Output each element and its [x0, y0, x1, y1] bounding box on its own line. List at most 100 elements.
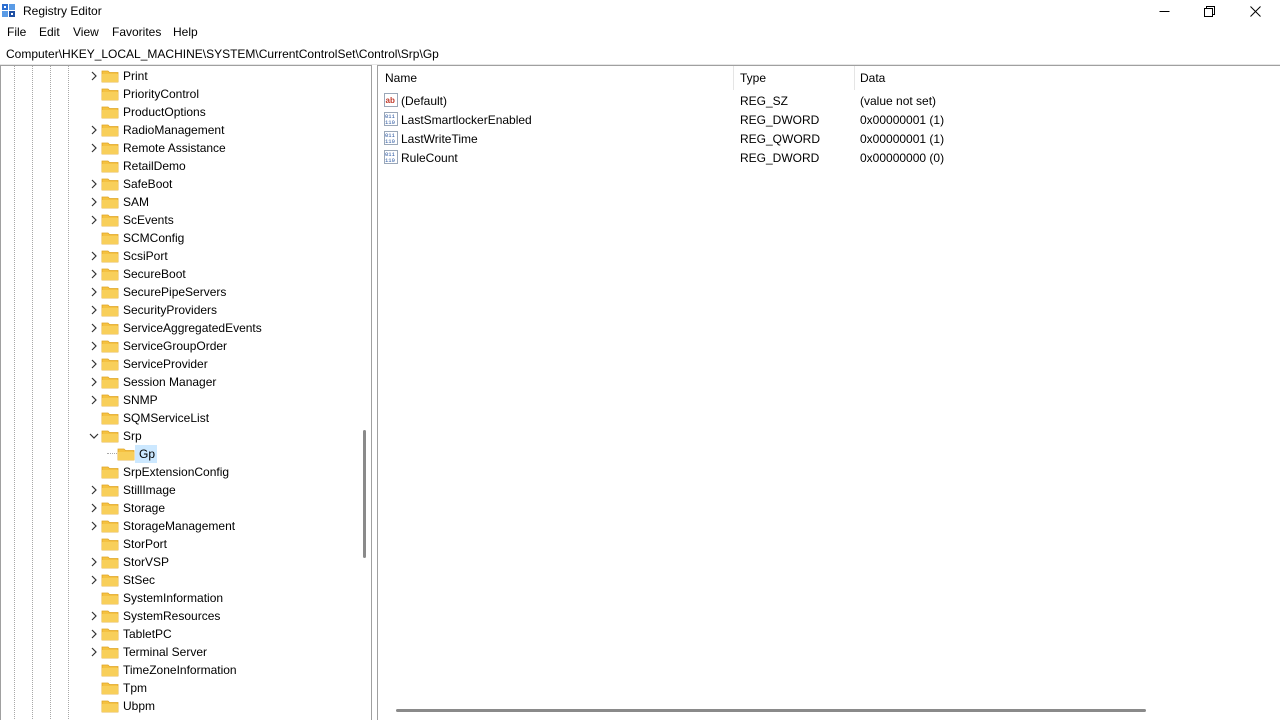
- column-header-name[interactable]: Name: [385, 71, 417, 85]
- tree-item-label[interactable]: Terminal Server: [123, 645, 207, 659]
- tree-item[interactable]: SecureBoot: [1, 265, 357, 283]
- tree-item-label[interactable]: RetailDemo: [123, 159, 186, 173]
- tree-item-label[interactable]: StillImage: [123, 483, 176, 497]
- tree-item-label[interactable]: SystemResources: [123, 609, 220, 623]
- address-path[interactable]: Computer\HKEY_LOCAL_MACHINE\SYSTEM\Curre…: [6, 47, 439, 61]
- tree-vertical-scrollbar[interactable]: [358, 66, 371, 720]
- value-name[interactable]: (Default): [401, 94, 447, 108]
- tree-item[interactable]: Session Manager: [1, 373, 357, 391]
- tree-item[interactable]: ScEvents: [1, 211, 357, 229]
- tree-item-label[interactable]: StorVSP: [123, 555, 169, 569]
- minimize-button[interactable]: [1141, 0, 1187, 22]
- tree-item-label[interactable]: SystemInformation: [123, 591, 223, 605]
- menu-favorites[interactable]: Favorites: [112, 25, 161, 39]
- column-divider[interactable]: [854, 66, 855, 90]
- tree-item[interactable]: SecurePipeServers: [1, 283, 357, 301]
- chevron-right-icon[interactable]: [89, 502, 99, 514]
- tree-item-label[interactable]: StSec: [123, 573, 155, 587]
- tree-item-label[interactable]: Srp: [123, 429, 142, 443]
- menu-view[interactable]: View: [73, 25, 99, 39]
- tree-item[interactable]: Gp: [1, 445, 357, 463]
- tree-item[interactable]: SystemResources: [1, 607, 357, 625]
- tree-item[interactable]: SecurityProviders: [1, 301, 357, 319]
- tree-item[interactable]: SNMP: [1, 391, 357, 409]
- menu-file[interactable]: File: [7, 25, 26, 39]
- tree-item-label[interactable]: ServiceGroupOrder: [123, 339, 227, 353]
- tree-item-label[interactable]: SNMP: [123, 393, 158, 407]
- values-horizontal-scrollbar[interactable]: [396, 709, 1146, 712]
- tree-item-label[interactable]: StorageManagement: [123, 519, 235, 533]
- chevron-right-icon[interactable]: [89, 394, 99, 406]
- key-tree-pane[interactable]: Print PriorityControl ProductOptions RadioM…: [0, 65, 372, 720]
- tree-item-label[interactable]: SecureBoot: [123, 267, 186, 281]
- tree-item[interactable]: RadioManagement: [1, 121, 357, 139]
- chevron-right-icon[interactable]: [89, 322, 99, 334]
- chevron-right-icon[interactable]: [89, 250, 99, 262]
- tree-item-label[interactable]: ProductOptions: [123, 105, 206, 119]
- tree-item[interactable]: StorPort: [1, 535, 357, 553]
- tree-item[interactable]: Terminal Server: [1, 643, 357, 661]
- value-row[interactable]: 011 110 LastSmartlockerEnabled REG_DWORD 0x0…: [378, 110, 1278, 129]
- tree-item[interactable]: ServiceGroupOrder: [1, 337, 357, 355]
- chevron-right-icon[interactable]: [89, 70, 99, 82]
- value-row[interactable]: 011 110 RuleCount REG_DWORD 0x00000000 (0): [378, 148, 1278, 167]
- chevron-down-icon[interactable]: [89, 430, 99, 442]
- values-pane[interactable]: Name Type Data ab (Default) REG_SZ (value n…: [377, 65, 1280, 720]
- tree-item-label[interactable]: Print: [123, 69, 148, 83]
- tree-item-label[interactable]: ScsiPort: [123, 249, 168, 263]
- chevron-right-icon[interactable]: [89, 484, 99, 496]
- address-bar[interactable]: Computer\HKEY_LOCAL_MACHINE\SYSTEM\Curre…: [0, 44, 1280, 65]
- tree-item-label[interactable]: ServiceAggregatedEvents: [123, 321, 262, 335]
- tree-item[interactable]: StillImage: [1, 481, 357, 499]
- tree-item-label[interactable]: TimeZoneInformation: [123, 663, 237, 677]
- chevron-right-icon[interactable]: [89, 142, 99, 154]
- tree-item-label[interactable]: ServiceProvider: [123, 357, 208, 371]
- tree-item-label[interactable]: Tpm: [123, 681, 147, 695]
- column-divider[interactable]: [733, 66, 734, 90]
- tree-item[interactable]: Srp: [1, 427, 357, 445]
- tree-item-label[interactable]: Ubpm: [123, 699, 155, 713]
- tree-item[interactable]: TabletPC: [1, 625, 357, 643]
- tree-item[interactable]: SystemInformation: [1, 589, 357, 607]
- tree-item[interactable]: SrpExtensionConfig: [1, 463, 357, 481]
- chevron-right-icon[interactable]: [89, 574, 99, 586]
- tree-item[interactable]: Ubpm: [1, 697, 357, 715]
- chevron-right-icon[interactable]: [89, 556, 99, 568]
- tree-item[interactable]: ServiceProvider: [1, 355, 357, 373]
- chevron-right-icon[interactable]: [89, 610, 99, 622]
- value-name[interactable]: LastWriteTime: [401, 132, 478, 146]
- tree-item[interactable]: RetailDemo: [1, 157, 357, 175]
- tree-item-label[interactable]: RadioManagement: [123, 123, 224, 137]
- tree-item[interactable]: StSec: [1, 571, 357, 589]
- chevron-right-icon[interactable]: [89, 178, 99, 190]
- tree-item[interactable]: Tpm: [1, 679, 357, 697]
- tree-item[interactable]: StorVSP: [1, 553, 357, 571]
- value-name[interactable]: LastSmartlockerEnabled: [401, 113, 532, 127]
- tree-item-label[interactable]: SafeBoot: [123, 177, 172, 191]
- tree-item-label[interactable]: ScEvents: [123, 213, 174, 227]
- chevron-right-icon[interactable]: [89, 304, 99, 316]
- tree-item[interactable]: SQMServiceList: [1, 409, 357, 427]
- chevron-right-icon[interactable]: [89, 358, 99, 370]
- tree-item-label[interactable]: SrpExtensionConfig: [123, 465, 229, 479]
- column-header-type[interactable]: Type: [740, 71, 766, 85]
- tree-item[interactable]: SafeBoot: [1, 175, 357, 193]
- menu-help[interactable]: Help: [173, 25, 198, 39]
- tree-item-label[interactable]: Gp: [139, 447, 155, 461]
- tree-item-label[interactable]: TabletPC: [123, 627, 172, 641]
- column-header-data[interactable]: Data: [860, 71, 885, 85]
- tree-item[interactable]: ProductOptions: [1, 103, 357, 121]
- value-row[interactable]: 011 110 LastWriteTime REG_QWORD 0x00000001 (…: [378, 129, 1278, 148]
- tree-item[interactable]: Print: [1, 67, 357, 85]
- tree-item[interactable]: ScsiPort: [1, 247, 357, 265]
- tree-item[interactable]: Remote Assistance: [1, 139, 357, 157]
- chevron-right-icon[interactable]: [89, 376, 99, 388]
- tree-item-label[interactable]: StorPort: [123, 537, 167, 551]
- tree-item-label[interactable]: SQMServiceList: [123, 411, 209, 425]
- tree-item[interactable]: TimeZoneInformation: [1, 661, 357, 679]
- value-name[interactable]: RuleCount: [401, 151, 458, 165]
- tree-item-label[interactable]: SecurePipeServers: [123, 285, 226, 299]
- chevron-right-icon[interactable]: [89, 286, 99, 298]
- chevron-right-icon[interactable]: [89, 268, 99, 280]
- tree-item[interactable]: SAM: [1, 193, 357, 211]
